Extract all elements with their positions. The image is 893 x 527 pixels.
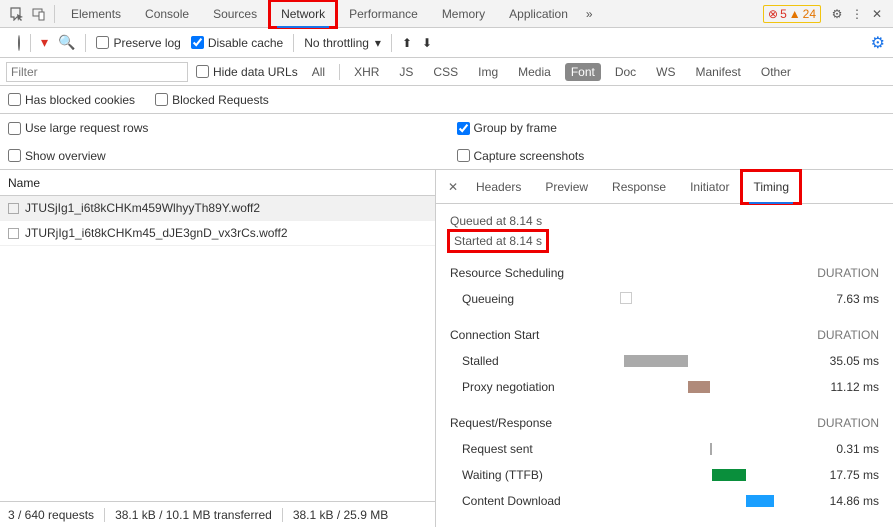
tab-application[interactable]: Application <box>497 0 580 28</box>
tab-sources[interactable]: Sources <box>201 0 269 28</box>
file-icon <box>8 228 19 239</box>
has-blocked-cookies-checkbox[interactable]: Has blocked cookies <box>8 93 135 107</box>
close-detail-icon[interactable]: ✕ <box>442 180 464 194</box>
started-at: Started at 8.14 s <box>450 232 546 250</box>
close-icon[interactable]: ✕ <box>867 7 887 21</box>
group-by-frame-checkbox[interactable]: Group by frame <box>457 121 886 135</box>
inspect-icon[interactable] <box>6 3 28 25</box>
preserve-log-checkbox[interactable]: Preserve log <box>96 36 180 50</box>
show-overview-checkbox[interactable]: Show overview <box>8 149 437 163</box>
section-request-response: Request/ResponseDURATION Request sent 0.… <box>450 416 879 514</box>
proxy-bar <box>688 381 710 393</box>
detail-tabs: ✕ Headers Preview Response Initiator Tim… <box>436 170 893 204</box>
devtools-top-bar: Elements Console Sources Network Perform… <box>0 0 893 28</box>
filter-type-all[interactable]: All <box>306 63 331 81</box>
timing-body: Queued at 8.14 s Started at 8.14 s Resou… <box>436 204 893 527</box>
tab-preview[interactable]: Preview <box>533 170 600 204</box>
warning-icon: ▲ <box>789 7 801 21</box>
divider <box>391 34 392 52</box>
download-bar <box>746 495 774 507</box>
tab-timing[interactable]: Timing <box>741 170 801 204</box>
divider <box>293 34 294 52</box>
request-row[interactable]: JTURjIg1_i6t8kCHKm45_dJE3gnD_vx3rCs.woff… <box>0 221 435 246</box>
divider <box>54 5 55 23</box>
hide-data-urls-checkbox[interactable]: Hide data URLs <box>196 65 298 79</box>
main-split: Name JTUSjIg1_i6t8kCHKm459WlhyyTh89Y.wof… <box>0 170 893 527</box>
large-rows-checkbox[interactable]: Use large request rows <box>8 121 437 135</box>
filter-input[interactable] <box>6 62 188 82</box>
clear-icon[interactable] <box>18 36 20 50</box>
issues-badge[interactable]: ⊗ 5 ▲ 24 <box>763 5 821 23</box>
filter-type-manifest[interactable]: Manifest <box>690 63 747 81</box>
tab-network[interactable]: Network <box>269 0 337 28</box>
view-options-row-2: Show overview Capture screenshots <box>0 142 893 170</box>
tab-elements[interactable]: Elements <box>59 0 133 28</box>
status-bar: 3 / 640 requests 38.1 kB / 10.1 MB trans… <box>0 501 435 527</box>
divider <box>30 34 31 52</box>
filter-type-js[interactable]: JS <box>393 63 419 81</box>
filter-type-xhr[interactable]: XHR <box>348 63 385 81</box>
tab-memory[interactable]: Memory <box>430 0 497 28</box>
section-resource-scheduling: Resource SchedulingDURATION Queueing 7.6… <box>450 266 879 312</box>
throttling-select[interactable]: No throttling▾ <box>304 36 381 50</box>
disable-cache-checkbox[interactable]: Disable cache <box>191 36 283 50</box>
name-column-header[interactable]: Name <box>0 170 435 196</box>
kebab-icon[interactable]: ⋮ <box>847 7 867 21</box>
settings-icon[interactable]: ⚙ <box>827 7 847 21</box>
detail-pane: ✕ Headers Preview Response Initiator Tim… <box>436 170 893 527</box>
tab-performance[interactable]: Performance <box>337 0 430 28</box>
stalled-bar <box>624 355 688 367</box>
chevron-down-icon: ▾ <box>375 36 381 50</box>
sent-bar <box>710 443 712 455</box>
tab-headers[interactable]: Headers <box>464 170 533 204</box>
filter-type-font[interactable]: Font <box>565 63 601 81</box>
device-toggle-icon[interactable] <box>28 3 50 25</box>
filter-type-media[interactable]: Media <box>512 63 557 81</box>
filter-type-other[interactable]: Other <box>755 63 797 81</box>
search-icon[interactable]: 🔍 <box>58 34 75 51</box>
request-row[interactable]: JTUSjIg1_i6t8kCHKm459WlhyyTh89Y.woff2 <box>0 196 435 221</box>
section-connection-start: Connection StartDURATION Stalled 35.05 m… <box>450 328 879 400</box>
filter-icon[interactable]: ▾ <box>41 34 48 51</box>
filter-type-ws[interactable]: WS <box>650 63 681 81</box>
tab-initiator[interactable]: Initiator <box>678 170 741 204</box>
tab-response[interactable]: Response <box>600 170 678 204</box>
row-proxy: Proxy negotiation 11.12 ms <box>450 374 879 400</box>
transferred-size: 38.1 kB / 10.1 MB transferred <box>115 508 283 522</box>
request-list-pane: Name JTUSjIg1_i6t8kCHKm459WlhyyTh89Y.wof… <box>0 170 436 527</box>
divider <box>85 34 86 52</box>
filter-type-img[interactable]: Img <box>472 63 504 81</box>
row-stalled: Stalled 35.05 ms <box>450 348 879 374</box>
filter-type-css[interactable]: CSS <box>427 63 464 81</box>
ttfb-bar <box>712 469 746 481</box>
divider <box>339 64 340 80</box>
filter-row: Hide data URLs All XHR JS CSS Img Media … <box>0 58 893 86</box>
capture-screenshots-checkbox[interactable]: Capture screenshots <box>457 149 886 163</box>
row-queueing: Queueing 7.63 ms <box>450 286 879 312</box>
queued-at: Queued at 8.14 s <box>450 214 879 228</box>
upload-har-icon[interactable]: ⬆ <box>402 36 412 50</box>
view-options-row-1: Use large request rows Group by frame <box>0 114 893 142</box>
resources-size: 38.1 kB / 25.9 MB <box>293 508 398 522</box>
filter-type-doc[interactable]: Doc <box>609 63 642 81</box>
row-waiting-ttfb: Waiting (TTFB) 17.75 ms <box>450 462 879 488</box>
network-toolbar: ▾ 🔍 Preserve log Disable cache No thrott… <box>0 28 893 58</box>
request-list: JTUSjIg1_i6t8kCHKm459WlhyyTh89Y.woff2 JT… <box>0 196 435 501</box>
network-settings-icon[interactable]: ⚙ <box>871 33 885 53</box>
tab-console[interactable]: Console <box>133 0 201 28</box>
file-icon <box>8 203 19 214</box>
download-har-icon[interactable]: ⬇ <box>422 36 432 50</box>
row-request-sent: Request sent 0.31 ms <box>450 436 879 462</box>
more-tabs-icon[interactable]: » <box>580 7 599 21</box>
error-icon: ⊗ <box>768 7 778 21</box>
blocked-options-row: Has blocked cookies Blocked Requests <box>0 86 893 114</box>
blocked-requests-checkbox[interactable]: Blocked Requests <box>155 93 269 107</box>
requests-count: 3 / 640 requests <box>8 508 105 522</box>
queueing-marker <box>620 292 632 304</box>
row-content-download: Content Download 14.86 ms <box>450 488 879 514</box>
